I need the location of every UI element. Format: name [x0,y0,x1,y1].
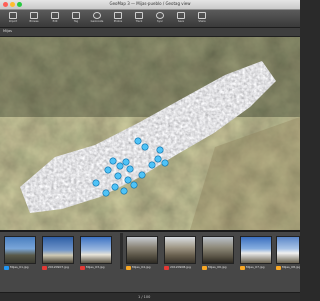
toolbar-item-label: Track [135,20,143,23]
toolbar-item-label: Sync [156,20,164,23]
thumbnail-image [4,236,36,264]
toolbar-edit-button[interactable]: Edit [47,11,63,26]
zoom-level: 1 / 100 [138,295,151,299]
toolbar-import-button[interactable]: Import [5,11,21,26]
toolbar-sync-button[interactable]: Sync [152,11,168,26]
thumbnail[interactable]: 20120907.jpg [42,236,74,272]
toolbar-share-button[interactable]: Share [194,11,210,26]
thumbnail-label: Mijas_03.jpg [86,265,105,269]
thumbnail-image [240,236,272,264]
map-canvas[interactable] [0,37,300,230]
geotag-pin[interactable] [134,137,142,145]
thumbnail-image [276,236,300,264]
thumbnail-image [42,236,74,264]
filmstrip-divider [120,233,123,269]
geotag-pin[interactable] [111,183,119,191]
thumbnail[interactable]: 20120908.jpg [164,236,196,272]
thumbnail-label: Mijas_08.jpg [282,265,300,269]
toolbar-item-label: Edit [52,20,58,23]
geotag-pin[interactable] [109,157,117,165]
tag-icon [72,12,80,19]
color-label-flag [202,266,207,270]
share-icon [198,12,206,19]
thumbnail-image [202,236,234,264]
geotag-pin[interactable] [161,159,169,167]
toolbar-photos-button[interactable]: Photos [110,11,126,26]
toolbar-save-button[interactable]: Save [173,11,189,26]
color-label-flag [276,266,281,270]
toolbar-tag-button[interactable]: Tag [68,11,84,26]
color-label-flag [42,266,47,270]
satellite-map[interactable] [0,37,300,230]
geotag-pin[interactable] [148,161,156,169]
window-title: GeoMap 3 — Mijas-pueblo / Geotag view [109,1,191,6]
geotag-pin[interactable] [120,187,128,195]
sync-icon [156,12,164,19]
toolbar-track-button[interactable]: Track [131,11,147,26]
thumbnail-image [126,236,158,264]
panel-header: Mijas [0,28,300,37]
toolbar-item-label: Geolocate [90,20,104,23]
thumbnail[interactable]: Mijas_06.jpg [202,236,234,272]
color-label-flag [4,266,9,270]
thumbnail[interactable]: Mijas_04.jpg [126,236,158,272]
geotag-pin[interactable] [126,165,134,173]
photo-icon [114,12,122,19]
thumbnail-label: 20120907.jpg [48,265,69,269]
toolbar-item-label: Save [177,20,185,23]
thumbnail-label: Mijas_07.jpg [246,265,265,269]
globe-icon [93,12,101,19]
thumbnail-label: Mijas_01.jpg [10,265,29,269]
main-toolbar: Import Browse Edit Tag Geolocate Photos … [0,10,300,28]
toolbar-item-label: Photos [113,20,123,23]
geotag-pin[interactable] [156,146,164,154]
toolbar-item-label: Tag [73,20,79,23]
thumbnail[interactable]: Mijas_07.jpg [240,236,272,272]
geotag-pin[interactable] [104,166,112,174]
thumbnail[interactable]: Mijas_01.jpg [4,236,36,272]
color-label-flag [80,266,85,270]
thumbnail-image [80,236,112,264]
toolbar-item-label: Import [8,20,18,23]
track-icon [135,12,143,19]
geotag-pin[interactable] [124,176,132,184]
toolbar-geolocate-button[interactable]: Geolocate [89,11,105,26]
color-label-flag [164,266,169,270]
save-icon [177,12,185,19]
thumbnail[interactable]: Mijas_03.jpg [80,236,112,272]
toolbar-browse-button[interactable]: Browse [26,11,42,26]
geotag-pin[interactable] [92,179,100,187]
thumbnail-label: Mijas_06.jpg [208,265,227,269]
thumbnail-label: 20120908.jpg [170,265,191,269]
geotag-pin[interactable] [102,189,110,197]
geotag-pin[interactable] [116,162,124,170]
panel-label: Mijas [3,29,12,33]
toolbar-item-label: Browse [29,20,39,23]
geotag-pin[interactable] [122,158,130,166]
folder-icon [30,12,38,19]
thumbnail-label: Mijas_04.jpg [132,265,151,269]
edit-icon [51,12,59,19]
title-bar: GeoMap 3 — Mijas-pueblo / Geotag view [0,0,300,10]
toolbar-item-label: Share [198,20,206,23]
geotag-pin[interactable] [154,155,162,163]
color-label-flag [240,266,245,270]
geotag-pin[interactable] [141,143,149,151]
filmstrip: Mijas_01.jpg 20120907.jpg Mijas_03.jpg M… [0,230,300,294]
thumbnail-image [164,236,196,264]
geotag-pin[interactable] [138,171,146,179]
geotag-pin[interactable] [130,181,138,189]
import-icon [9,12,17,19]
geotag-pin[interactable] [114,172,122,180]
color-label-flag [126,266,131,270]
thumbnail[interactable]: Mijas_08.jpg [276,236,308,272]
